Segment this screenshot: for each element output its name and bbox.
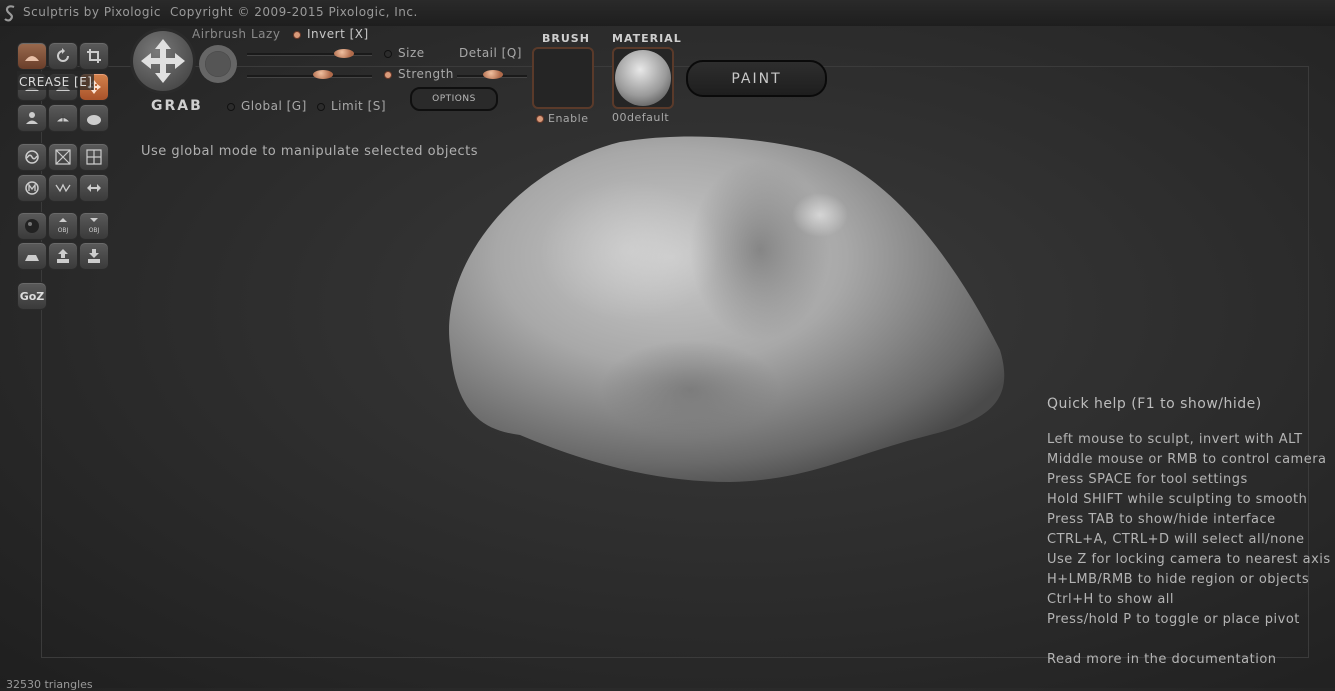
documentation-link[interactable]: Read more in the documentation xyxy=(1047,650,1331,670)
tool-tooltip: CREASE [E] xyxy=(17,71,95,90)
reduce-icon xyxy=(55,183,71,193)
material-sphere-icon xyxy=(615,50,671,106)
scale-button[interactable] xyxy=(79,174,109,202)
material-name: 00default xyxy=(612,111,670,124)
quick-help-line: Hold SHIFT while sculpting to smooth xyxy=(1047,492,1308,507)
quick-help-line: Ctrl+H to show all xyxy=(1047,592,1175,607)
sculpt-mesh[interactable] xyxy=(430,130,1020,500)
quick-help-line: Use Z for locking camera to nearest axis xyxy=(1047,552,1331,567)
options-button[interactable]: OPTIONS xyxy=(410,87,498,111)
quick-help-panel: Quick help (F1 to show/hide) Left mouse … xyxy=(1047,396,1331,670)
svg-text:OBJ: OBJ xyxy=(89,227,100,234)
app-title: Sculptris by Pixologic xyxy=(23,5,161,19)
save-file-icon xyxy=(88,249,100,263)
lazy-toggle[interactable]: Lazy xyxy=(251,27,280,41)
crop-icon xyxy=(87,49,101,63)
grid-button[interactable] xyxy=(79,143,109,171)
detail-slider-knob[interactable] xyxy=(483,70,503,79)
goz-button[interactable]: GoZ xyxy=(17,282,47,310)
invert-radio-icon xyxy=(293,30,301,39)
sphere-icon xyxy=(25,219,39,233)
crease-icon xyxy=(54,114,72,123)
symmetry-icon xyxy=(25,150,39,164)
global-radio-icon xyxy=(227,102,235,111)
open-file-icon xyxy=(57,249,69,263)
mask-icon xyxy=(25,181,39,195)
quick-help-line: Press SPACE for tool settings xyxy=(1047,472,1248,487)
limit-radio-icon xyxy=(317,102,325,111)
rotate-icon xyxy=(57,48,69,62)
pinch-tool-button[interactable] xyxy=(17,104,47,132)
quick-help-line: Middle mouse or RMB to control camera xyxy=(1047,452,1327,467)
brush-enable-toggle[interactable]: Enable xyxy=(536,112,588,125)
export-obj-icon: OBJ xyxy=(89,218,100,234)
limit-toggle[interactable]: Limit [S] xyxy=(317,99,386,113)
svg-text:OBJ: OBJ xyxy=(58,227,69,234)
crop-tool-button[interactable] xyxy=(79,42,109,70)
title-bar: Sculptris by Pixologic Copyright © 2009-… xyxy=(0,0,1335,26)
detail-label: Detail [Q] xyxy=(459,46,522,60)
global-toggle[interactable]: Global [G] xyxy=(227,99,307,113)
airbrush-toggle[interactable]: Airbrush xyxy=(192,27,247,41)
brush-swatch[interactable] xyxy=(532,47,594,109)
brush-header: BRUSH xyxy=(542,32,590,45)
quick-help-line: Press/hold P to toggle or place pivot xyxy=(1047,612,1300,627)
open-file-button[interactable] xyxy=(48,242,78,270)
wireframe-icon xyxy=(55,149,71,165)
wireframe-button[interactable] xyxy=(48,143,78,171)
tool-name: GRAB xyxy=(151,98,203,114)
import-obj-button[interactable]: OBJ xyxy=(48,212,78,240)
grab-move-icon xyxy=(141,39,185,83)
copyright-text: Copyright © 2009-2015 Pixologic, Inc. xyxy=(170,5,418,19)
sculptris-logo-icon xyxy=(4,5,15,22)
paint-button[interactable]: PAINT xyxy=(686,60,827,97)
pinch-icon xyxy=(26,112,38,124)
import-obj-icon: OBJ xyxy=(58,218,69,234)
triangle-count: 32530 triangles xyxy=(6,678,93,691)
draw-tool-button[interactable] xyxy=(17,42,47,70)
rotate-tool-button[interactable] xyxy=(48,42,78,70)
reduce-button[interactable] xyxy=(48,174,78,202)
grid-icon xyxy=(86,149,102,165)
brush-falloff-icon[interactable] xyxy=(199,45,237,83)
double-arrow-icon xyxy=(87,184,101,192)
tool-hint: Use global mode to manipulate selected o… xyxy=(141,144,478,159)
quick-help-line: Press TAB to show/hide interface xyxy=(1047,512,1276,527)
size-label: Size xyxy=(384,46,425,60)
size-slider-knob[interactable] xyxy=(334,49,354,58)
brush-enable-radio-icon xyxy=(536,115,544,123)
quick-help-line: Left mouse to sculpt, invert with ALT xyxy=(1047,432,1303,447)
export-obj-button[interactable]: OBJ xyxy=(79,212,109,240)
quick-help-title: Quick help (F1 to show/hide) xyxy=(1047,396,1262,412)
smooth-tool-button[interactable] xyxy=(79,104,109,132)
strength-slider-track[interactable] xyxy=(247,75,372,78)
plane-icon xyxy=(25,255,39,261)
invert-toggle[interactable]: Invert [X] xyxy=(293,27,369,41)
new-plane-button[interactable] xyxy=(17,242,47,270)
quick-help-line: H+LMB/RMB to hide region or objects xyxy=(1047,572,1310,587)
strength-slider-knob[interactable] xyxy=(313,70,333,79)
material-swatch[interactable] xyxy=(612,47,674,109)
crease-tool-button[interactable] xyxy=(48,104,78,132)
mask-button[interactable] xyxy=(17,174,47,202)
current-tool-icon[interactable] xyxy=(133,31,193,91)
symmetry-button[interactable] xyxy=(17,143,47,171)
save-file-button[interactable] xyxy=(79,242,109,270)
new-sphere-button[interactable] xyxy=(17,212,47,240)
quick-help-line: CTRL+A, CTRL+D will select all/none xyxy=(1047,532,1305,547)
smooth-icon xyxy=(87,115,101,125)
draw-icon xyxy=(25,56,39,61)
material-header: MATERIAL xyxy=(612,32,682,45)
strength-label: Strength xyxy=(384,67,454,81)
